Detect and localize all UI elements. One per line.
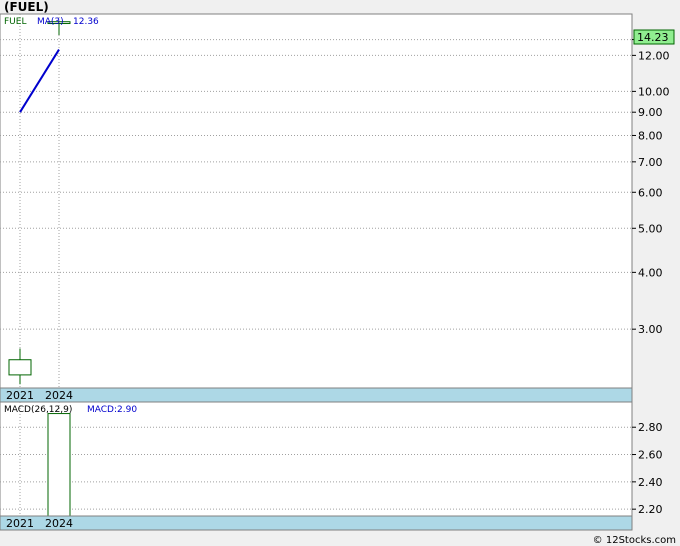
macd-panel — [0, 401, 633, 531]
macd-x-axis-band — [0, 515, 633, 531]
price-tick-label: 6.00 — [638, 186, 663, 199]
macd-x-tick-label: 2024 — [45, 517, 73, 530]
macd-tick-label: 2.80 — [638, 421, 663, 434]
stock-chart: 3.004.005.006.007.008.009.0010.0012.0013… — [0, 13, 675, 531]
price-tick-label: 5.00 — [638, 222, 663, 235]
macd-bar — [47, 413, 71, 517]
macd-tick-label: 2.60 — [638, 449, 663, 462]
price-tick-label: 10.00 — [638, 85, 670, 98]
price-y-axis: 3.004.005.006.007.008.009.0010.0012.0013… — [632, 34, 670, 336]
macd-indicator-label: MACD(26,12,9) — [4, 405, 72, 415]
macd-y-axis: 2.20 2.40 2.60 2.80 — [632, 421, 663, 516]
price-x-tick-label: 2021 — [6, 389, 34, 402]
macd-x-tick-label: 2021 — [6, 517, 34, 530]
price-tick-label: 4.00 — [638, 266, 663, 279]
price-tick-label: 8.00 — [638, 129, 663, 142]
price-tick-label: 9.00 — [638, 106, 663, 119]
macd-value-label: MACD:2.90 — [87, 405, 137, 415]
price-x-axis-band — [0, 387, 633, 403]
macd-tick-label: 2.20 — [638, 503, 663, 516]
price-tick-label: 3.00 — [638, 323, 663, 336]
ticker-label: FUEL — [4, 17, 26, 27]
ma-value: 12.36 — [73, 17, 99, 27]
ma-label: MA(3) — [37, 17, 64, 27]
price-panel — [0, 13, 633, 403]
last-price-value: 14.23 — [637, 31, 669, 44]
macd-tick-label: 2.40 — [638, 476, 663, 489]
footer-credit: © 12Stocks.com — [592, 535, 676, 546]
price-tick-label: 12.00 — [638, 49, 670, 62]
price-x-tick-label: 2024 — [45, 389, 73, 402]
candle-body — [8, 359, 32, 376]
price-tick-label: 7.00 — [638, 156, 663, 169]
macd-marks — [47, 413, 71, 517]
